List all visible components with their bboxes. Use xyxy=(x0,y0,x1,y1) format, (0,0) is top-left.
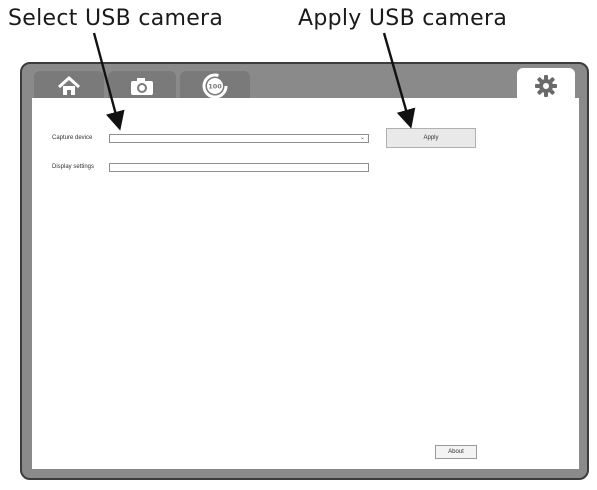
annotation-apply-usb-camera: Apply USB camera xyxy=(298,6,508,31)
chevron-down-icon: ⌄ xyxy=(359,135,365,141)
capture-device-select[interactable]: ⌄ xyxy=(109,134,369,143)
app-window: 100 Capture device ⌄ Apply Display setti… xyxy=(20,62,589,480)
settings-panel: Capture device ⌄ Apply Display settings … xyxy=(32,98,579,469)
capture-device-label: Capture device xyxy=(52,135,93,141)
display-settings-field[interactable] xyxy=(109,163,369,172)
apply-button[interactable]: Apply xyxy=(386,128,476,148)
annotation-select-usb-camera: Select USB camera xyxy=(8,6,224,31)
timer-100-icon: 100 xyxy=(202,73,228,99)
tab-timer[interactable]: 100 xyxy=(180,71,250,101)
display-settings-label: Display settings xyxy=(52,164,95,170)
home-icon xyxy=(57,76,81,95)
camera-icon xyxy=(131,78,153,95)
timer-icon-text: 100 xyxy=(208,83,222,91)
tab-camera[interactable] xyxy=(108,71,176,101)
about-button[interactable]: About xyxy=(435,445,477,459)
gear-icon xyxy=(535,75,557,97)
tab-home[interactable] xyxy=(34,71,104,101)
